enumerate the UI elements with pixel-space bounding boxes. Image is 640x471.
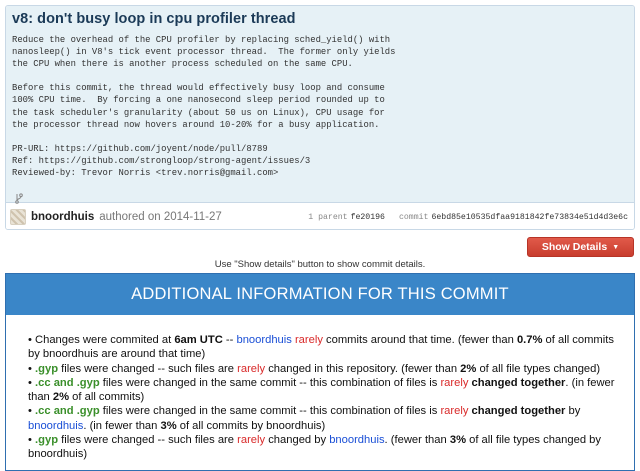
avatar[interactable] [10,209,26,225]
info-text: • [28,376,36,389]
author-link[interactable]: bnoordhuis [329,434,384,446]
commit-meta-bar: bnoordhuis authored on 2014-11-27 1 pare… [6,204,634,229]
info-text: .gyp [35,362,59,375]
info-item: • .cc and .gyp files were changed in the… [28,404,626,433]
info-item: • .cc and .gyp files were changed in the… [28,376,626,405]
info-text: .cc and .gyp [35,405,100,418]
info-text: changed together [471,405,566,418]
info-text: changed by [265,434,330,447]
additional-info-header: ADDITIONAL INFORMATION FOR THIS COMMIT [6,274,634,315]
info-text: files were changed -- such files are [58,434,238,447]
commit-message: Reduce the overhead of the CPU profiler … [12,34,627,179]
commit-message-line: the CPU when there is another process sc… [12,59,353,70]
commit-description: v8: don't busy loop in cpu profiler thre… [6,6,634,203]
authored-date: authored on 2014-11-27 [99,211,222,223]
commit-sha: 6ebd85e10535dfaa9181842fe73834e51d4d3e6c [431,212,628,222]
info-text: by [565,405,581,418]
info-text: files were changed -- such files are [58,362,238,375]
info-text: rarely [440,405,469,418]
info-text: changed in this repository. (fewer than [265,362,461,375]
commit-message-line: Ref: https://github.com/strongloop/stron… [12,155,311,166]
info-text: of all file types changed) [476,362,601,375]
commit-message-line [12,70,627,82]
info-text: files were changed in the same commit --… [99,405,441,418]
show-details-label: Show Details [541,241,608,253]
info-text: rarely [294,334,323,346]
commit-message-line: the processor thread now hovers around 1… [12,119,380,130]
info-item: • .gyp files were changed -- such files … [28,433,626,462]
info-text: .gyp [35,434,59,447]
info-text: 2% [52,391,70,404]
info-text: • [28,362,36,375]
info-text: of all commits by bnoordhuis) [176,419,326,432]
commit-message-line: Reviewed-by: Trevor Norris <trev.norris@… [12,168,279,179]
info-text: .cc and .gyp [35,376,100,389]
info-text: • [28,434,36,447]
info-text: • [28,405,36,418]
commit-ids: 1 parent fe20196 commit 6ebd85e10535dfaa… [308,213,628,222]
author-link[interactable]: bnoordhuis [31,211,94,223]
info-text: 2% [460,362,477,375]
info-text: 0.7% [516,334,543,346]
info-text: 3% [449,434,467,447]
author-link[interactable]: bnoordhuis [28,420,83,432]
commit-message-line: nanosleep() in V8's tick event processor… [12,47,396,58]
commit-title: v8: don't busy loop in cpu profiler thre… [12,11,296,27]
additional-info-panel: ADDITIONAL INFORMATION FOR THIS COMMIT •… [5,273,635,471]
parent-sha-link[interactable]: fe20196 [351,213,385,222]
info-text: . (fewer than [384,434,450,447]
commit-box: v8: don't busy loop in cpu profiler thre… [5,5,635,230]
info-text: . (in fewer than [83,419,161,432]
info-text: rarely [237,362,266,375]
branch-icon [15,193,23,204]
commit-message-line [12,131,627,143]
parent-count: 1 parent [308,212,348,222]
commit-message-line: 100% CPU time. By forcing a one nanoseco… [12,95,385,106]
info-text: 3% [160,419,177,432]
info-item: • Changes were commited at 6am UTC -- bn… [28,333,626,362]
info-text: 6am UTC [174,334,223,346]
author-link[interactable]: bnoordhuis [236,334,291,346]
commit-message-line: PR-URL: https://github.com/joyent/node/p… [12,143,268,154]
info-text: commits around that time. (fewer than [322,334,517,346]
info-text: rarely [237,434,266,447]
info-text: changed together [471,376,566,389]
show-details-button[interactable]: Show Details ▼ [527,237,634,257]
show-details-hint: Use "Show details" button to show commit… [214,259,426,270]
additional-info-list: • Changes were commited at 6am UTC -- bn… [6,315,634,462]
commit-label: commit [398,212,429,222]
info-text: files were changed in the same commit --… [99,376,441,389]
info-text: of all commits) [69,391,145,404]
info-text: -- [222,334,237,346]
commit-message-line: Reduce the overhead of the CPU profiler … [12,35,391,45]
info-item: • .gyp files were changed -- such files … [28,362,626,376]
commit-message-line: Before this commit, the thread would eff… [12,83,385,94]
info-text: rarely [440,376,469,389]
caret-down-icon: ▼ [612,243,620,251]
commit-message-line: the task scheduler's granularity (about … [12,107,385,118]
info-text: • Changes were commited at [28,334,175,346]
